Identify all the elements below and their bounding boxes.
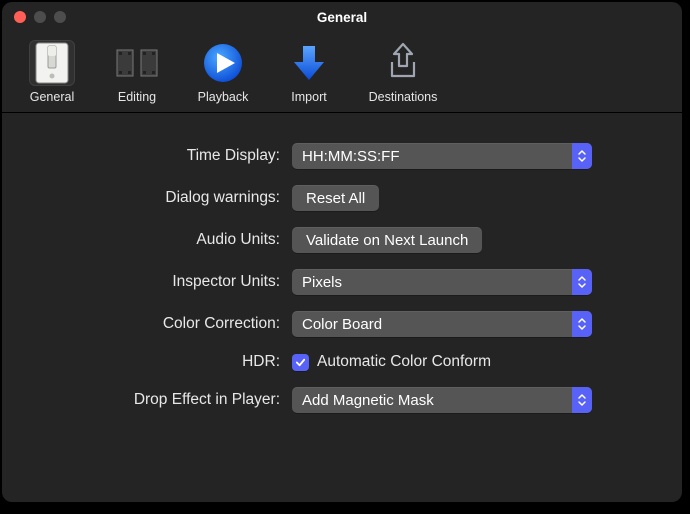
row-time-display: Time Display: HH:MM:SS:FF	[32, 143, 652, 169]
checkbox-label: Automatic Color Conform	[317, 353, 491, 371]
chevron-up-down-icon	[572, 143, 592, 169]
row-audio-units: Audio Units: Validate on Next Launch	[32, 227, 652, 253]
select-value: HH:MM:SS:FF	[302, 148, 400, 165]
tab-label: General	[30, 90, 74, 104]
select-time-display[interactable]: HH:MM:SS:FF	[292, 143, 592, 169]
button-reset-all[interactable]: Reset All	[292, 185, 379, 211]
chevron-up-down-icon	[572, 269, 592, 295]
tab-import[interactable]: Import	[268, 38, 350, 104]
select-drop-effect[interactable]: Add Magnetic Mask	[292, 387, 592, 413]
filmstrip-icon	[114, 42, 160, 84]
toolbar: General Editing	[2, 32, 682, 113]
select-color-correction[interactable]: Color Board	[292, 311, 592, 337]
label-dialog-warnings: Dialog warnings:	[32, 189, 292, 207]
row-drop-effect: Drop Effect in Player: Add Magnetic Mask	[32, 387, 652, 413]
label-audio-units: Audio Units:	[32, 231, 292, 249]
label-hdr: HDR:	[32, 353, 292, 371]
tab-label: Playback	[198, 90, 249, 104]
share-icon	[386, 42, 420, 84]
chevron-up-down-icon	[572, 387, 592, 413]
label-drop-effect: Drop Effect in Player:	[32, 391, 292, 409]
checkbox-hdr-auto-conform[interactable]	[292, 354, 309, 371]
row-hdr: HDR: Automatic Color Conform	[32, 353, 652, 371]
general-icon	[35, 42, 69, 84]
tab-label: Destinations	[369, 90, 438, 104]
chevron-up-down-icon	[572, 311, 592, 337]
row-inspector-units: Inspector Units: Pixels	[32, 269, 652, 295]
tab-playback[interactable]: Playback	[182, 38, 264, 104]
play-icon	[202, 42, 244, 84]
preferences-window: General General	[2, 2, 682, 502]
tab-label: Editing	[118, 90, 156, 104]
tab-general[interactable]: General	[12, 38, 92, 104]
titlebar: General	[2, 2, 682, 32]
arrow-down-icon	[290, 42, 328, 84]
label-time-display: Time Display:	[32, 147, 292, 165]
select-value: Add Magnetic Mask	[302, 392, 434, 409]
tab-destinations[interactable]: Destinations	[354, 38, 452, 104]
label-color-correction: Color Correction:	[32, 315, 292, 333]
label-inspector-units: Inspector Units:	[32, 273, 292, 291]
select-value: Color Board	[302, 316, 382, 333]
tab-label: Import	[291, 90, 326, 104]
check-icon	[295, 357, 306, 368]
row-dialog-warnings: Dialog warnings: Reset All	[32, 185, 652, 211]
tab-editing[interactable]: Editing	[96, 38, 178, 104]
row-color-correction: Color Correction: Color Board	[32, 311, 652, 337]
settings-form: Time Display: HH:MM:SS:FF Dialog warning…	[2, 113, 682, 413]
button-validate-next-launch[interactable]: Validate on Next Launch	[292, 227, 482, 253]
select-inspector-units[interactable]: Pixels	[292, 269, 592, 295]
select-value: Pixels	[302, 274, 342, 291]
window-title: General	[2, 10, 682, 25]
